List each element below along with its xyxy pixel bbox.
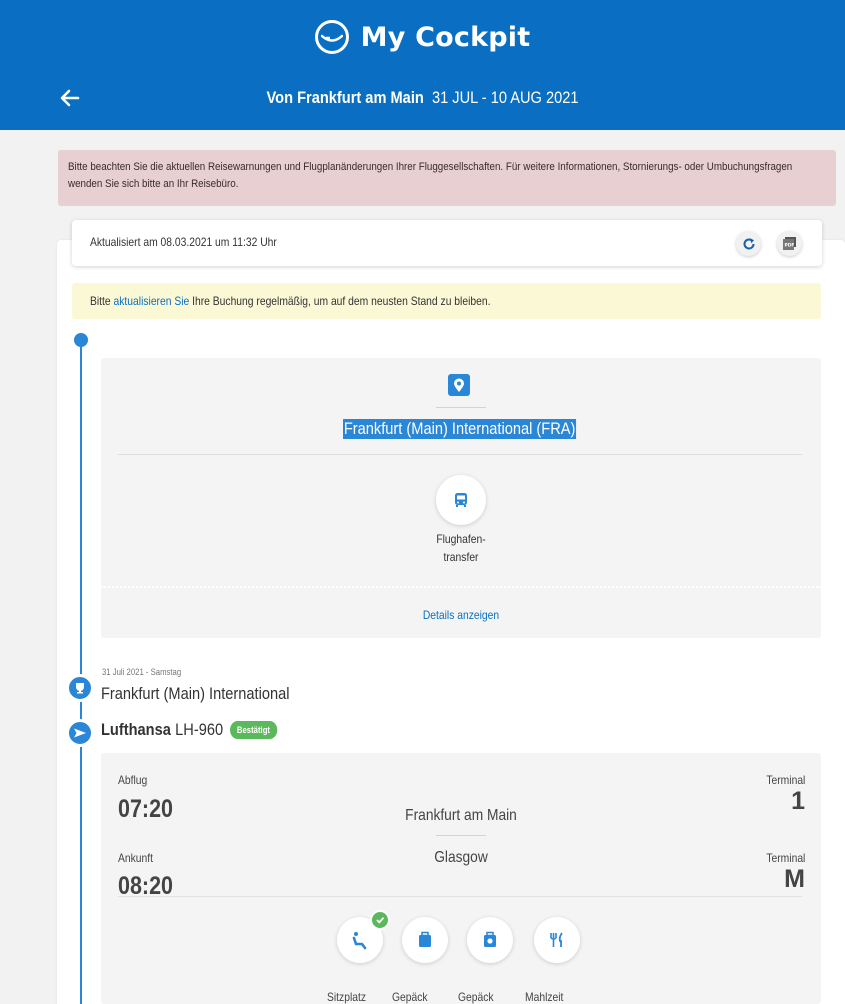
- divider: [118, 454, 802, 455]
- plane-icon: [66, 719, 94, 747]
- terminal-label: Terminal: [765, 851, 805, 865]
- trip-route: Von Frankfurt am Main 31 JUL - 10 AUG 20…: [59, 88, 786, 108]
- flight-date: 31 Juli 2021 - Samstag: [102, 667, 182, 677]
- show-details-link[interactable]: Details anzeigen: [151, 608, 770, 622]
- service-label: Sitzplatz: [327, 990, 367, 1004]
- baggage-button[interactable]: [467, 917, 513, 963]
- dotted-divider: [101, 586, 821, 588]
- brand: My Cockpit: [0, 20, 845, 54]
- departure-city: Frankfurt am Main: [405, 807, 517, 824]
- update-link[interactable]: aktualisieren Sie: [114, 294, 190, 308]
- brand-name: My Cockpit: [360, 21, 531, 53]
- terminal-value: M: [784, 865, 805, 893]
- airline-name: Lufthansa: [101, 720, 171, 739]
- transfer-label-line2: transfer: [443, 550, 479, 564]
- update-bar: Aktualisiert am 08.03.2021 um 11:32 Uhr …: [72, 220, 822, 266]
- travel-warning: Bitte beachten Sie die aktuellen Reisewa…: [58, 150, 836, 206]
- map-pin-icon: [448, 374, 470, 396]
- update-notice: Bitte aktualisieren Sie Ihre Buchung reg…: [72, 283, 821, 319]
- transfer-label: Flughafen- transfer: [409, 530, 512, 566]
- svg-text:PDF: PDF: [785, 243, 795, 249]
- arrival-city: Glasgow: [434, 849, 488, 866]
- warning-text: Bitte beachten Sie die aktuellen Reisewa…: [68, 161, 793, 190]
- baggage-icon: [484, 931, 496, 947]
- service-label: Gepäck: [392, 990, 428, 1004]
- departure-label: Abflug: [118, 773, 148, 787]
- flight-number: LH-960: [175, 720, 224, 739]
- arrival-terminal: Terminal M: [760, 851, 805, 894]
- divider: [118, 896, 802, 897]
- refresh-button[interactable]: [736, 231, 761, 256]
- baggage-button[interactable]: [402, 917, 448, 963]
- transfer-label-line1: Flughafen-: [436, 532, 486, 546]
- check-icon: [370, 910, 390, 930]
- smile-logo-icon: [314, 20, 349, 54]
- pdf-icon: PDF: [783, 237, 796, 250]
- service-label: Gepäck: [458, 990, 494, 1004]
- updated-text: Aktualisiert am 08.03.2021 um 11:32 Uhr: [90, 235, 277, 249]
- meal-button[interactable]: [534, 917, 580, 963]
- fork-knife-icon: [550, 932, 563, 947]
- timeline-start-dot: [74, 333, 88, 347]
- flight-panel: Abflug 07:20 Frankfurt am Main Terminal …: [101, 753, 821, 1004]
- airport-icon: [66, 674, 94, 702]
- airport-transfer-button[interactable]: [436, 475, 486, 525]
- terminal-label: Terminal: [765, 773, 805, 787]
- pdf-button[interactable]: PDF: [777, 231, 802, 256]
- seat-button[interactable]: [337, 910, 390, 963]
- location-panel: Frankfurt (Main) International (FRA) Flu…: [101, 358, 821, 638]
- seat-icon: [352, 932, 367, 950]
- arrival-label: Ankunft: [118, 851, 154, 865]
- departure-time: 07:20: [118, 795, 173, 823]
- bus-icon: [455, 493, 467, 507]
- refresh-icon: [743, 237, 755, 250]
- flight-airport: Frankfurt (Main) International: [101, 684, 290, 703]
- notice-text-before: Bitte: [90, 294, 114, 308]
- status-badge: Bestätigt: [230, 721, 277, 739]
- baggage-icon: [419, 931, 431, 947]
- service-label: Mahlzeit: [525, 990, 564, 1004]
- terminal-value: 1: [791, 787, 805, 815]
- departure-terminal: Terminal 1: [760, 773, 805, 816]
- app-header: My Cockpit Von Frankfurt am Main 31 JUL …: [0, 0, 845, 130]
- location-name: Frankfurt (Main) International (FRA): [343, 419, 577, 439]
- divider: [436, 407, 486, 408]
- airline-row: Lufthansa LH-960 Bestätigt: [101, 720, 277, 740]
- timeline-line: [80, 338, 82, 1004]
- notice-text-after: Ihre Buchung regelmäßig, um auf dem neus…: [189, 294, 491, 308]
- divider: [436, 835, 486, 836]
- route-label: Von Frankfurt am Main: [266, 88, 424, 107]
- trip-dates: 31 JUL - 10 AUG 2021: [431, 88, 579, 107]
